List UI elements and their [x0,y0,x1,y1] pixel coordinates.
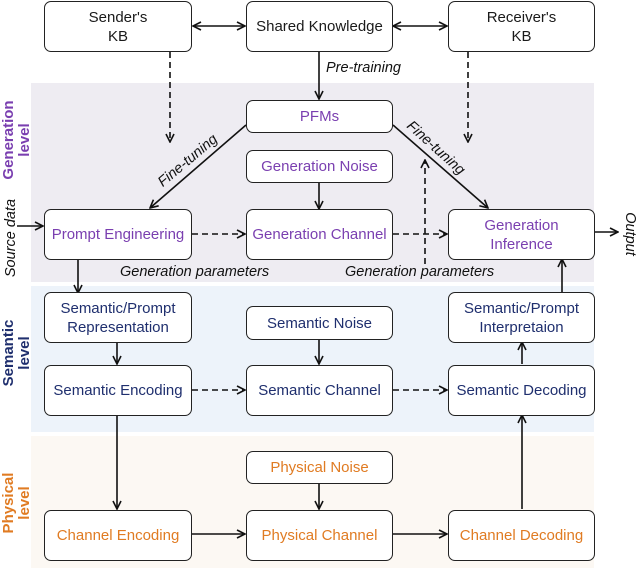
semantic-level-label: Semantic level [0,319,33,387]
source-data-label: Source data [3,198,19,278]
output-label: Output [622,212,638,256]
receivers-kb-node: Receiver's KB [448,1,595,52]
generation-noise-node: Generation Noise [246,150,393,183]
generation-level-label: Generation level [0,100,33,180]
generation-inference-node: Generation Inference [448,209,595,260]
generation-parameters-left-label: Generation parameters [120,264,270,280]
pre-training-label: Pre-training [326,60,401,76]
semantic-noise-node: Semantic Noise [246,306,393,340]
semantic-channel-node: Semantic Channel [246,365,393,416]
semantic-encoding-node: Semantic Encoding [44,365,192,416]
physical-level-label: Physical level [0,472,33,534]
senders-kb-node: Sender's KB [44,1,192,52]
semantic-communication-diagram: Generation level Semantic level Physical… [0,0,640,574]
shared-knowledge-node: Shared Knowledge [246,1,393,52]
physical-noise-node: Physical Noise [246,451,393,484]
semantic-prompt-representation-node: Semantic/Prompt Representation [44,292,192,343]
channel-decoding-node: Channel Decoding [448,510,595,561]
pfms-node: PFMs [246,100,393,133]
prompt-engineering-node: Prompt Engineering [44,209,192,260]
physical-channel-node: Physical Channel [246,510,393,561]
semantic-prompt-interpretation-node: Semantic/Prompt Interpretaion [448,292,595,343]
semantic-decoding-node: Semantic Decoding [448,365,595,416]
generation-parameters-right-label: Generation parameters [345,264,495,280]
generation-channel-node: Generation Channel [246,209,393,260]
channel-encoding-node: Channel Encoding [44,510,192,561]
